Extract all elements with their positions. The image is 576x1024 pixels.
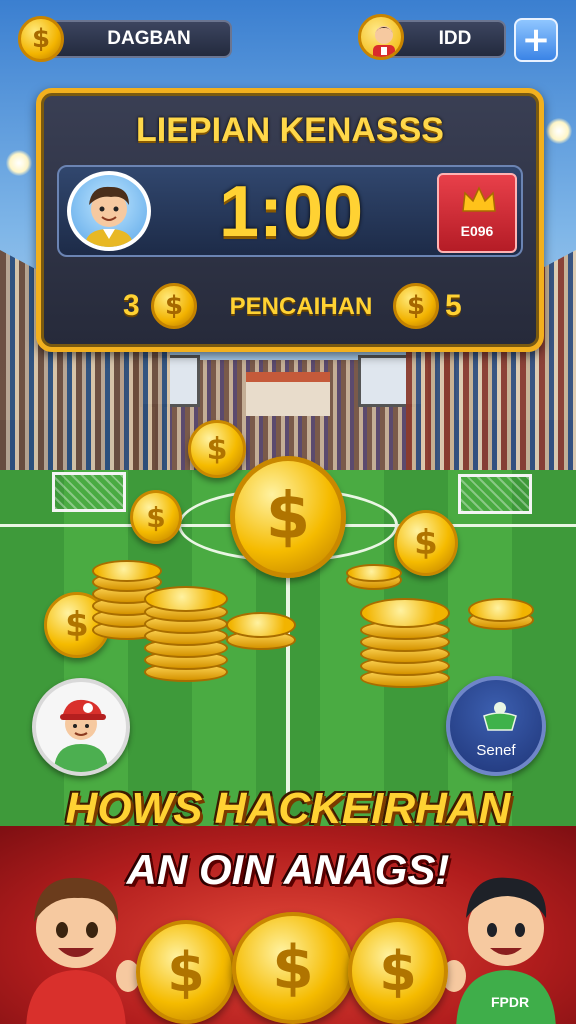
add-button[interactable]: + bbox=[514, 18, 558, 62]
player-avatar-icon bbox=[54, 699, 108, 772]
coin-stack[interactable] bbox=[468, 598, 534, 634]
stadium-light bbox=[546, 118, 572, 144]
dollar-coin-icon: $ bbox=[393, 283, 439, 329]
banner-coin: $ bbox=[348, 918, 448, 1024]
coin-stack[interactable] bbox=[226, 612, 296, 652]
senef-button[interactable]: Senef bbox=[446, 676, 546, 776]
rank-badge[interactable]: E096 bbox=[437, 173, 517, 253]
opponent-label: IDD bbox=[438, 28, 472, 49]
plus-icon: + bbox=[521, 20, 551, 60]
scoreboard-panel: LIEPIAN KENASSS 1:00 E096 3 $ PENCAIHAN … bbox=[36, 88, 544, 352]
collectible-coin[interactable]: $ bbox=[130, 490, 182, 544]
opponent-avatar[interactable] bbox=[358, 14, 404, 60]
collectible-coin[interactable]: $ bbox=[188, 420, 246, 478]
crown-icon bbox=[462, 186, 496, 212]
coin-stack[interactable] bbox=[144, 586, 228, 684]
banner-subheadline: AN OIN ANAGS! bbox=[126, 846, 450, 893]
goalkeeper-icon bbox=[483, 702, 517, 731]
rank-value: E096 bbox=[460, 223, 494, 239]
score-row: 3 $ PENCAIHAN $ 5 bbox=[41, 281, 539, 335]
left-score: 3 bbox=[123, 289, 140, 322]
score-label: PENCAIHAN bbox=[229, 293, 373, 320]
player-avatar[interactable] bbox=[67, 171, 151, 251]
currency-pill[interactable]: DAGBAN bbox=[38, 20, 232, 58]
profile-button[interactable] bbox=[32, 678, 130, 776]
currency-label: DAGBAN bbox=[107, 28, 191, 49]
coin-stack[interactable] bbox=[360, 598, 450, 690]
collectible-coin-large[interactable]: $ bbox=[230, 456, 346, 578]
kid-shirt-text: FPDR bbox=[490, 994, 530, 1010]
right-score: 5 bbox=[445, 289, 462, 322]
banner-headline: HOWS HACKEIRHAN bbox=[65, 784, 511, 833]
goal-right bbox=[458, 474, 532, 514]
banner-coin: $ bbox=[232, 912, 354, 1024]
senef-label: Senef bbox=[476, 742, 516, 759]
scoreboard-title: LIEPIAN KENASSS bbox=[136, 111, 444, 149]
dollar-coin-icon: $ bbox=[18, 16, 64, 62]
banner-coin: $ bbox=[136, 920, 236, 1024]
goal-left bbox=[52, 472, 126, 512]
stadium-building bbox=[246, 372, 330, 416]
coin-stack[interactable] bbox=[346, 564, 402, 590]
stadium-light bbox=[6, 150, 32, 176]
timer-bar: 1:00 E096 bbox=[57, 165, 523, 257]
collectible-coin[interactable]: $ bbox=[394, 510, 458, 576]
dollar-coin-icon: $ bbox=[151, 283, 197, 329]
match-timer: 1:00 bbox=[218, 172, 364, 252]
